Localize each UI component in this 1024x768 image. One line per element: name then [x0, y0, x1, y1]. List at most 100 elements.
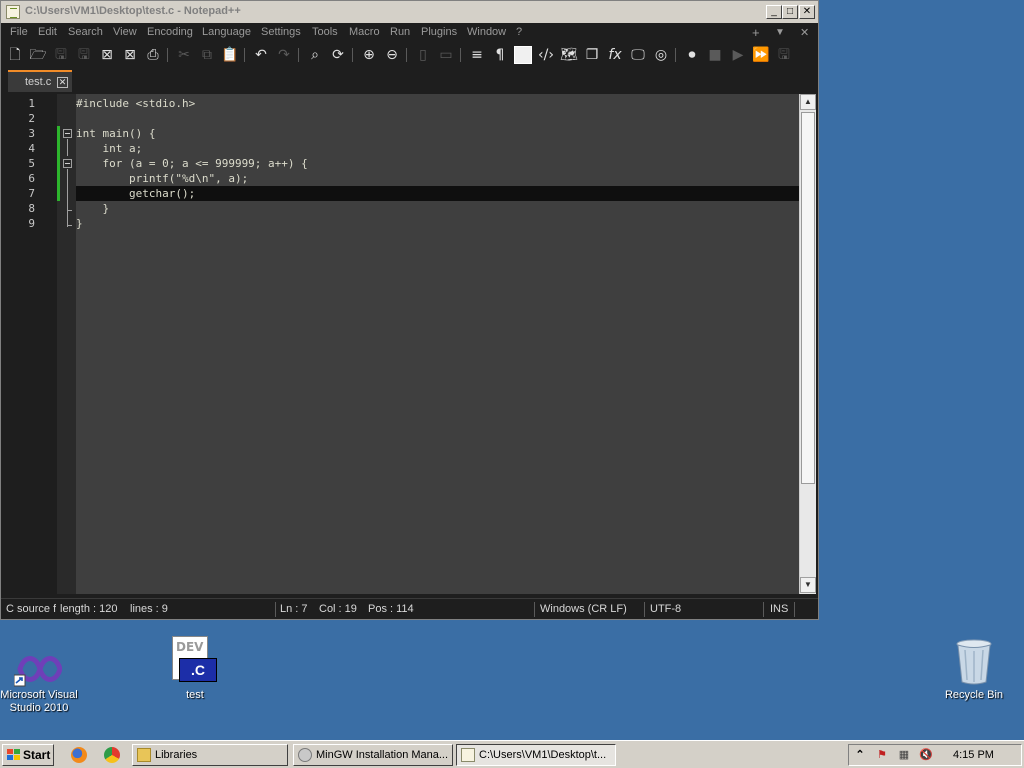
desktop-icon-label[interactable]: test	[170, 689, 220, 702]
menu-view[interactable]: View	[113, 26, 137, 38]
line-number: 7	[28, 187, 35, 200]
toolbar-separator	[244, 48, 245, 62]
taskbar: Start Libraries MinGW Installation Mana.…	[0, 740, 1024, 768]
folder-workspace-icon[interactable]: 🖵	[629, 46, 647, 64]
new-file-icon[interactable]: 🗋	[6, 46, 24, 64]
scroll-down-arrow-icon[interactable]: ▼	[800, 577, 816, 593]
close-all-icon[interactable]: ⊠	[121, 46, 139, 64]
c-source-file-icon[interactable]: DEV .C	[171, 636, 217, 686]
close-file-icon[interactable]: ⊠	[98, 46, 116, 64]
open-file-icon[interactable]: 🗁	[29, 46, 47, 64]
menu-tools[interactable]: Tools	[312, 26, 338, 38]
taskbar-item-label: MinGW Installation Mana...	[316, 749, 449, 761]
status-separator	[794, 602, 795, 617]
save-all-icon[interactable]: 🖫	[75, 46, 93, 64]
menu-window[interactable]: Window	[467, 26, 506, 38]
show-hidden-icons-chevron-icon[interactable]: ⌃	[853, 748, 867, 762]
copy-icon[interactable]: ⧉	[198, 46, 216, 64]
fold-toggle-for[interactable]	[63, 159, 72, 168]
menu-edit[interactable]: Edit	[38, 26, 57, 38]
code-line: }	[76, 202, 110, 215]
file-icon-header: DEV	[176, 640, 204, 654]
start-button[interactable]: Start	[2, 744, 54, 766]
replace-icon[interactable]: ⟳	[329, 46, 347, 64]
visual-studio-shortcut[interactable]: Microsoft Visual Studio 2010	[0, 689, 78, 715]
zoom-in-icon[interactable]: ⊕	[360, 46, 378, 64]
line-number: 6	[28, 172, 35, 185]
tab-close-icon[interactable]: ✕	[57, 77, 68, 88]
fold-toggle-main[interactable]	[63, 129, 72, 138]
menu-macro[interactable]: Macro	[349, 26, 380, 38]
taskbar-item-mingw[interactable]: MinGW Installation Mana...	[293, 744, 453, 766]
menu-encoding[interactable]: Encoding	[147, 26, 193, 38]
volume-muted-icon[interactable]: 🔇	[919, 748, 933, 762]
find-icon[interactable]: ⌕	[306, 46, 324, 64]
chrome-icon[interactable]	[104, 747, 120, 763]
network-icon[interactable]: ▦	[897, 748, 911, 762]
print-icon[interactable]: ⎙	[144, 46, 162, 64]
close-document-icon[interactable]: ✕	[800, 26, 809, 39]
toolbar-separator	[406, 48, 407, 62]
recycle-bin-icon[interactable]	[955, 638, 993, 686]
line-number: 1	[28, 97, 35, 110]
menu-settings[interactable]: Settings	[261, 26, 301, 38]
taskbar-item-label: Libraries	[155, 749, 198, 761]
play-macro-icon[interactable]: ▶	[729, 46, 747, 64]
scroll-up-arrow-icon[interactable]: ▲	[800, 94, 816, 110]
document-list-icon[interactable]: ❐	[583, 46, 601, 64]
status-separator	[534, 602, 535, 617]
maximize-button[interactable]: □	[782, 5, 798, 19]
tab-list-down-icon[interactable]: ▼	[775, 27, 785, 38]
change-history-marker	[57, 126, 60, 201]
scroll-thumb[interactable]	[801, 112, 815, 484]
firefox-icon[interactable]	[71, 747, 87, 763]
line-number: 9	[28, 217, 35, 230]
menu-plugins[interactable]: Plugins	[421, 26, 457, 38]
mingw-gear-icon	[298, 748, 312, 762]
indent-guide-icon[interactable]	[514, 46, 532, 64]
status-separator	[644, 602, 645, 617]
action-center-flag-icon[interactable]: ⚑	[875, 748, 889, 762]
sync-horizontal-icon[interactable]: ▭	[437, 46, 455, 64]
title-bar[interactable]: C:\Users\VM1\Desktop\test.c - Notepad++ …	[1, 1, 818, 23]
word-wrap-icon[interactable]: ≡	[468, 46, 486, 64]
desktop-icon-label[interactable]: Recycle Bin	[940, 689, 1008, 702]
paste-icon[interactable]: 📋	[221, 46, 239, 64]
status-bar: C source f length : 120 lines : 9 Ln : 7…	[1, 598, 818, 619]
record-macro-icon[interactable]: ⏺	[683, 46, 701, 64]
taskbar-item-libraries[interactable]: Libraries	[132, 744, 288, 766]
show-all-chars-icon[interactable]: ¶	[491, 46, 509, 64]
zoom-out-icon[interactable]: ⊖	[383, 46, 401, 64]
function-list-icon[interactable]: fx	[606, 46, 624, 64]
fold-end	[67, 210, 72, 211]
new-tab-plus-icon[interactable]: +	[752, 25, 760, 40]
menu-search[interactable]: Search	[68, 26, 103, 38]
monitoring-icon[interactable]: ◎	[652, 46, 670, 64]
menu-bar: File Edit Search View Encoding Language …	[1, 23, 818, 43]
tab-test-c[interactable]: test.c ✕	[8, 70, 72, 92]
toolbar-separator	[298, 48, 299, 62]
visual-studio-icon[interactable]	[14, 651, 62, 687]
clock[interactable]: 4:15 PM	[953, 749, 994, 761]
undo-icon[interactable]: ↶	[252, 46, 270, 64]
toolbar: 🗋 🗁 🖫 🖫 ⊠ ⊠ ⎙ ✂ ⧉ 📋 ↶ ↷ ⌕ ⟳ ⊕ ⊖ ▯ ▭ ≡ ¶ …	[1, 43, 818, 67]
run-macro-multiple-icon[interactable]: ⏩	[752, 46, 770, 64]
save-macro-icon[interactable]: 🖫	[775, 46, 793, 64]
cut-icon[interactable]: ✂	[175, 46, 193, 64]
minimize-button[interactable]: _	[766, 5, 782, 19]
menu-help[interactable]: ?	[516, 26, 522, 38]
menu-run[interactable]: Run	[390, 26, 410, 38]
save-icon[interactable]: 🖫	[52, 46, 70, 64]
redo-icon[interactable]: ↷	[275, 46, 293, 64]
stop-macro-icon[interactable]: ■	[706, 46, 724, 64]
menu-language[interactable]: Language	[202, 26, 251, 38]
sync-vertical-icon[interactable]: ▯	[414, 46, 432, 64]
windows-flag-icon	[7, 749, 20, 761]
code-editor[interactable]: 1 2 3 4 5 6 7 8 9 #include <stdio.h> int…	[5, 94, 799, 594]
document-map-icon[interactable]: 🗺	[560, 46, 578, 64]
menu-file[interactable]: File	[10, 26, 28, 38]
xml-tags-icon[interactable]: ‹/›	[537, 46, 555, 64]
taskbar-item-notepadpp[interactable]: C:\Users\VM1\Desktop\t...	[456, 744, 616, 766]
close-button[interactable]: ✕	[799, 5, 815, 19]
vertical-scrollbar[interactable]: ▲ ▼	[799, 94, 816, 594]
